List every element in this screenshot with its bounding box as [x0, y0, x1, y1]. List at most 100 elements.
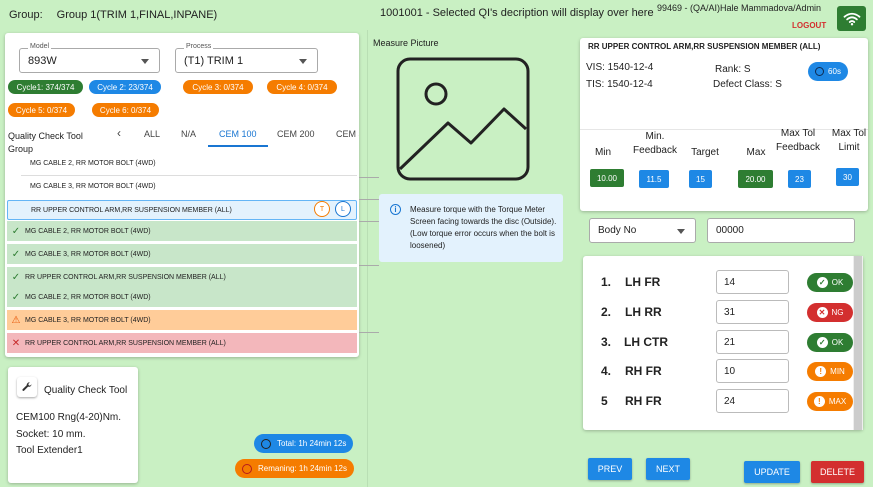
tab-cem100[interactable]: CEM 100 — [219, 129, 257, 139]
process-select[interactable]: Process (T1) TRIM 1 — [175, 43, 318, 73]
max-tol-limit-value: 30 — [836, 168, 859, 186]
check-row[interactable]: ✕ RR UPPER CONTROL ARM,RR SUSPENSION MEMB… — [7, 333, 357, 353]
check-label: MG CABLE 3, RR MOTOR BOLT (4WD) — [25, 316, 151, 324]
vis-text: VIS: 1540-12-4 — [586, 62, 654, 73]
min-value: 10.00 — [590, 169, 624, 187]
tab-cem3[interactable]: CEM 3 — [336, 129, 359, 139]
cycle-chip[interactable]: Cycle 5: 0/374 — [8, 103, 75, 117]
max-tol-feedback-value: 23 — [788, 170, 811, 188]
check-icon: ✓ — [11, 291, 21, 303]
logout-link[interactable]: LOGOUT — [792, 21, 826, 30]
check-row[interactable]: ✓ MG CABLE 2, RR MOTOR BOLT (4WD) — [7, 287, 357, 307]
spec-timer: 60s — [808, 62, 848, 81]
cycle-chip[interactable]: Cycle 4: 0/374 — [267, 80, 337, 94]
status-badge: ✓ OK — [807, 333, 853, 352]
measurement-label: RH FR — [625, 364, 662, 378]
image-placeholder-icon — [396, 57, 530, 181]
check-row[interactable]: MG CABLE 3, RR MOTOR BOLT (4WD) — [7, 176, 357, 196]
tool-range: CEM100 Rng(4-20)Nm. — [16, 412, 122, 423]
min-feedback-value: 11.5 — [639, 170, 669, 188]
wifi-button[interactable] — [837, 6, 866, 31]
limit-tag[interactable]: L — [335, 201, 351, 217]
total-timer: Total: 1h 24min 12s — [254, 434, 354, 453]
update-button[interactable]: UPDATE — [744, 461, 800, 483]
measurements-card: 1. LH FR 14 ✓ OK 2. LH RR 31 ✕ NG 3. LH CT… — [583, 256, 863, 430]
check-icon: ✓ — [11, 271, 21, 283]
check-row[interactable]: ✓ MG CABLE 2, RR MOTOR BOLT (4WD) — [7, 221, 357, 241]
check-icon: ✓ — [816, 277, 828, 288]
remaining-timer-text: Remaning: 1h 24min 12s — [258, 464, 347, 473]
process-label: Process — [184, 43, 214, 50]
check-row[interactable]: ✓ RR UPPER CONTROL ARM,RR SUSPENSION MEMB… — [7, 267, 357, 287]
connector-line — [359, 265, 379, 266]
prev-button[interactable]: PREV — [588, 458, 632, 480]
spec-timer-text: 60s — [828, 67, 841, 76]
cycle-chip[interactable]: Cycle1: 374/374 — [8, 80, 83, 94]
body-no-input-value: 00000 — [716, 225, 744, 236]
close-icon: ✕ — [816, 307, 828, 318]
wifi-icon — [843, 12, 860, 25]
status-badge: ✓ OK — [807, 273, 853, 292]
scrollbar-thumb[interactable] — [854, 256, 862, 430]
check-icon: ✓ — [11, 248, 21, 260]
check-row[interactable]: MG CABLE 2, RR MOTOR BOLT (4WD) — [7, 153, 357, 173]
group-value: Group 1(TRIM 1,FINAL,INPANE) — [56, 9, 218, 21]
chevron-down-icon — [677, 229, 685, 234]
status-text: MIN — [830, 367, 845, 376]
measurement-number: 2. — [601, 305, 612, 319]
measure-picture-title: Measure Picture — [373, 38, 439, 48]
process-value: (T1) TRIM 1 — [184, 55, 244, 67]
group-label: Group: — [9, 9, 43, 21]
torque-tag[interactable]: T — [314, 201, 330, 217]
body-no-value: Body No — [598, 225, 637, 236]
spec-title: RR UPPER CONTROL ARM,RR SUSPENSION MEMBE… — [588, 42, 821, 51]
connector-line — [359, 332, 379, 333]
wrench-icon — [17, 377, 37, 397]
check-label: MG CABLE 2, RR MOTOR BOLT (4WD) — [30, 159, 156, 167]
tab-na[interactable]: N/A — [181, 129, 196, 139]
measurement-number: 3. — [601, 335, 612, 349]
col-max-tol-limit-header: Max Tol Limit — [831, 128, 867, 153]
body-no-input[interactable]: 00000 — [707, 218, 855, 243]
warning-icon: ⚠ — [11, 314, 21, 326]
user-info: 99469 - (QA/AI)Hale Mammadova/Admin — [657, 3, 822, 13]
tool-card: Quality Check Tool CEM100 Rng(4-20)Nm. S… — [8, 367, 138, 483]
measurement-label: LH CTR — [624, 335, 668, 349]
cycle-chip[interactable]: Cycle 6: 0/374 — [92, 103, 159, 117]
model-select[interactable]: Model 893W — [19, 43, 160, 73]
measurement-input[interactable]: 14 — [716, 270, 789, 294]
status-text: MAX — [828, 397, 847, 406]
model-label: Model — [28, 43, 52, 50]
check-label: RR UPPER CONTROL ARM,RR SUSPENSION MEMBE… — [31, 206, 232, 214]
clock-icon — [815, 67, 825, 76]
tabs-prev-arrow[interactable]: ‹ — [117, 126, 121, 140]
delete-button[interactable]: DELETE — [811, 461, 864, 483]
column-divider — [367, 30, 368, 487]
measurement-input[interactable]: 24 — [716, 389, 789, 413]
check-row[interactable]: ⚠ MG CABLE 3, RR MOTOR BOLT (4WD) — [7, 310, 357, 330]
cycle-chip[interactable]: Cycle 3: 0/374 — [183, 80, 253, 94]
body-no-select[interactable]: Body No — [589, 218, 696, 243]
tab-cem200[interactable]: CEM 200 — [277, 129, 315, 139]
check-row-selected[interactable]: RR UPPER CONTROL ARM,RR SUSPENSION MEMBE… — [7, 200, 357, 220]
check-label: RR UPPER CONTROL ARM,RR SUSPENSION MEMBE… — [25, 339, 226, 347]
measurement-input[interactable]: 10 — [716, 359, 789, 383]
check-label: MG CABLE 3, RR MOTOR BOLT (4WD) — [25, 250, 151, 258]
measurement-input[interactable]: 31 — [716, 300, 789, 324]
clock-icon — [242, 463, 252, 474]
measurement-label: RH FR — [625, 394, 662, 408]
measurement-input[interactable]: 21 — [716, 330, 789, 354]
max-value: 20.00 — [738, 170, 773, 188]
check-row[interactable]: ✓ MG CABLE 3, RR MOTOR BOLT (4WD) — [7, 244, 357, 264]
checks-panel: Model 893W Process (T1) TRIM 1 Cycle1: 3… — [5, 33, 359, 357]
cycle-chip[interactable]: Cycle 2: 23/374 — [89, 80, 161, 94]
next-button[interactable]: NEXT — [646, 458, 690, 480]
measurement-label: LH FR — [625, 275, 661, 289]
tab-all[interactable]: ALL — [144, 129, 160, 139]
connector-line — [359, 177, 379, 178]
tool-extender: Tool Extender1 — [16, 445, 83, 456]
check-label: MG CABLE 2, RR MOTOR BOLT (4WD) — [25, 293, 151, 301]
status-badge: ! MIN — [807, 362, 853, 381]
connector-line — [359, 199, 379, 200]
check-label: MG CABLE 3, RR MOTOR BOLT (4WD) — [30, 182, 156, 190]
